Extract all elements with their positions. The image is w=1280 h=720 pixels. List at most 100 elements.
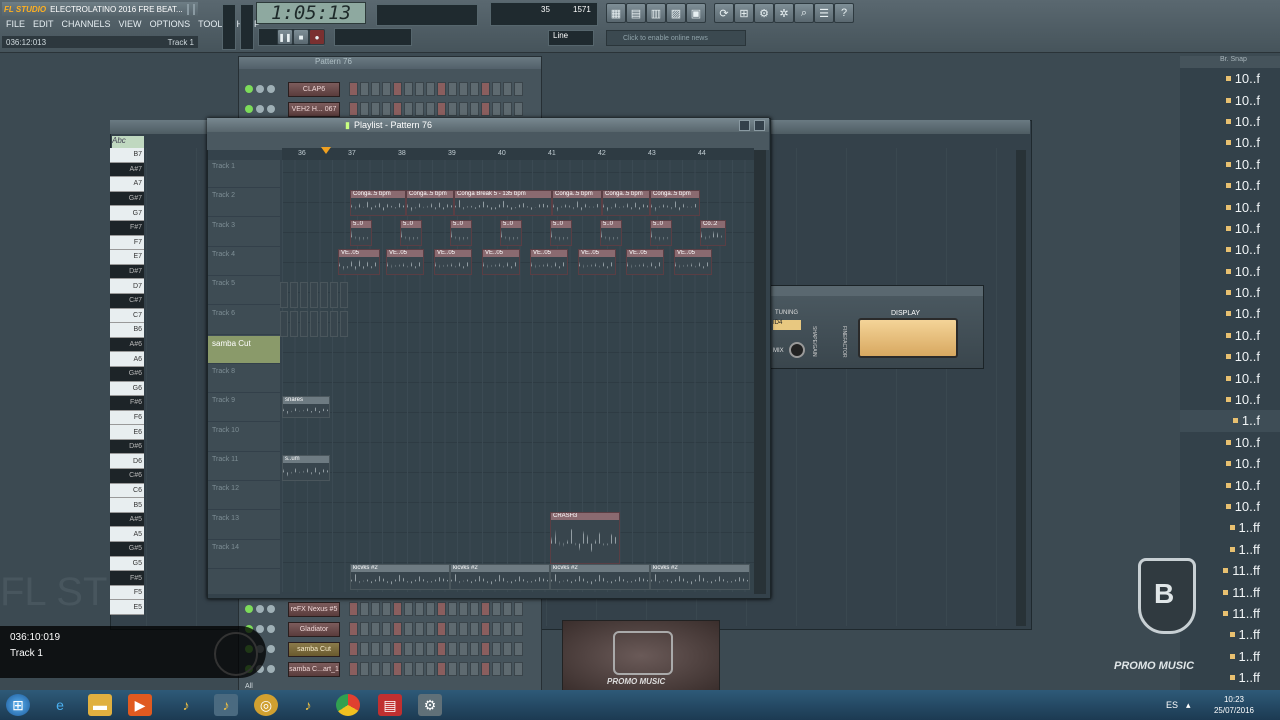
step-button[interactable] [382,102,391,116]
fl-studio-active-icon[interactable]: ♪ [214,694,238,716]
channel-name-button[interactable]: reFX Nexus #5 [288,601,340,617]
stop-icon[interactable]: ■ [293,29,309,45]
step-button[interactable] [514,662,523,676]
piano-key[interactable]: E7 [110,250,144,265]
browser-item[interactable]: 10..f [1180,261,1280,282]
step-button[interactable] [360,602,369,616]
playlist-close-button[interactable] [754,119,765,131]
piano-key[interactable]: F#5 [110,571,144,586]
file-explorer-icon[interactable]: ▬ [88,694,112,716]
step-button[interactable] [360,642,369,656]
track-header[interactable]: Track 1 [208,160,280,188]
piano-key[interactable]: C6 [110,483,144,499]
step-button[interactable] [437,622,446,636]
track-header[interactable]: Track 14 [208,541,280,569]
step-button[interactable] [514,622,523,636]
taskbar-clock[interactable]: 10:23 25/07/2016 [1210,694,1258,716]
browser-item[interactable]: 10..f [1180,389,1280,410]
track-header[interactable]: Track 12 [208,482,280,511]
step-button[interactable] [470,622,479,636]
step-button[interactable] [503,662,512,676]
step-button[interactable] [415,602,424,616]
step-button[interactable] [470,642,479,656]
piano-key[interactable]: F5 [110,585,144,601]
piano-key[interactable]: A#5 [110,512,144,528]
browser-item[interactable]: 10..f [1180,154,1280,175]
internet-explorer-icon[interactable]: e [48,694,72,716]
audio-clip[interactable]: VE..05 [482,249,520,275]
step-button[interactable] [481,662,490,676]
step-button[interactable] [371,602,380,616]
plugin-icon[interactable]: ⚙ [754,3,774,23]
pattern-controls[interactable] [414,28,544,48]
media-player-icon[interactable]: ▶ [128,694,152,716]
audio-clip[interactable]: 5..0 [400,220,422,246]
piano-key[interactable]: G6 [110,381,144,397]
chrome-icon[interactable] [336,694,360,716]
step-button[interactable] [470,602,479,616]
channel-pan-knob[interactable] [256,85,264,93]
track-header[interactable]: Track 9 [208,394,280,423]
step-button[interactable] [360,82,369,96]
playlist-ruler[interactable]: 36 37 38 39 40 41 42 43 44 [282,148,754,160]
master-pitch-slider[interactable] [240,4,254,50]
step-button[interactable] [382,642,391,656]
piano-key[interactable]: D6 [110,454,144,470]
step-button[interactable] [404,102,413,116]
step-button[interactable] [481,642,490,656]
step-button[interactable] [371,622,380,636]
audio-clip[interactable]: snares [282,396,330,418]
piano-key[interactable]: A#6 [110,337,144,353]
record-icon[interactable]: ● [309,29,325,45]
track-header[interactable]: Track 6 [208,307,280,335]
short-clip[interactable] [340,282,348,308]
step-button[interactable] [382,82,391,96]
audio-clip[interactable]: VE..05 [530,249,568,275]
short-clip[interactable] [290,311,298,337]
step-button[interactable] [470,82,479,96]
short-clip[interactable] [280,282,288,308]
snap-select[interactable]: Line [548,30,594,46]
audio-clip[interactable]: 5..0 [450,220,472,246]
piano-key[interactable]: A6 [110,352,144,367]
browser-item[interactable]: 10..f [1180,303,1280,324]
channel-volume-knob[interactable] [267,605,275,613]
playlist-maximize-button[interactable] [739,119,750,131]
piano-key[interactable]: A#7 [110,162,144,178]
language-indicator[interactable]: ES [1166,700,1178,710]
step-button[interactable] [492,642,501,656]
browser-item[interactable]: 10..f [1180,432,1280,453]
minimize-button[interactable] [186,3,189,15]
app-titlebar[interactable]: FL STUDIO ELECTROLATINO 2016 FRE BEAT... [2,2,198,16]
step-button[interactable] [382,662,391,676]
step-button[interactable] [437,82,446,96]
browser-item[interactable]: 10..f [1180,325,1280,346]
short-clip[interactable] [330,311,338,337]
step-button[interactable] [492,622,501,636]
step-button[interactable] [481,602,490,616]
channel-name-button[interactable]: VEH2 H... 067 [288,101,340,117]
piano-key[interactable]: F#6 [110,396,144,411]
piano-roll-icon[interactable]: ▤ [626,3,646,23]
audio-clip[interactable]: VE..05 [674,249,712,275]
audio-clip[interactable]: CRASH3 [550,512,620,564]
step-button[interactable] [481,102,490,116]
step-button[interactable] [393,642,402,656]
piano-key[interactable]: B5 [110,498,144,513]
step-button[interactable] [404,622,413,636]
channel-name-button[interactable]: CLAP6 [288,81,340,97]
browser-item[interactable]: 10..f [1180,346,1280,367]
audio-clip[interactable]: VE..05 [626,249,664,275]
browser-item[interactable]: 10..f [1180,367,1280,388]
channel-volume-knob[interactable] [267,85,275,93]
audio-clip[interactable]: Conga..5 bpm [552,190,602,216]
short-clip[interactable] [310,282,318,308]
piano-key[interactable]: G#7 [110,191,144,207]
track-header[interactable]: Track 2 [208,189,280,218]
audio-clip[interactable]: 5..0 [550,220,572,246]
audio-clip[interactable]: Conga..5 bpm [350,190,406,216]
step-button[interactable] [371,662,380,676]
step-button[interactable] [349,82,358,96]
piano-key[interactable]: E5 [110,600,144,615]
browser-item[interactable]: 10..f [1180,282,1280,303]
